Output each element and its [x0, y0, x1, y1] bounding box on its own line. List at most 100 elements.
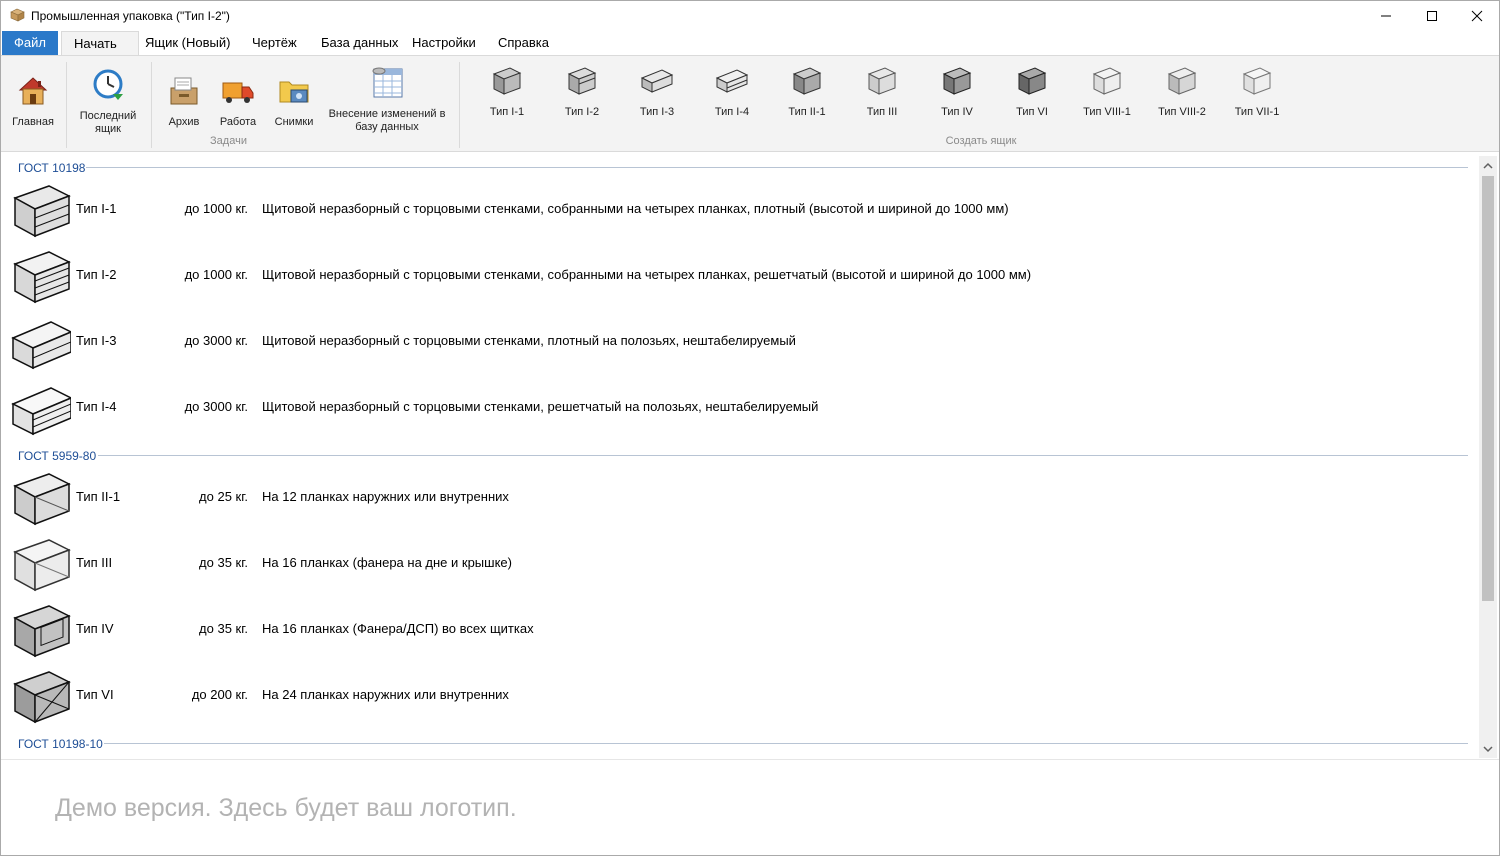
item-name: Тип I-4 — [76, 399, 117, 414]
title-bar: Промышленная упаковка ("Тип I-2") — [1, 1, 1499, 31]
type-label: Тип VII-1 — [1234, 106, 1280, 118]
archive-label: Архив — [168, 116, 200, 128]
photos-button[interactable]: Снимки — [271, 74, 317, 129]
list-item[interactable]: Тип VI до 200 кг. На 24 планках наружних… — [6, 665, 1466, 727]
crate-icon — [1167, 67, 1197, 95]
work-button[interactable]: Работа — [215, 74, 261, 129]
database-grid-icon — [372, 67, 403, 98]
close-icon — [1471, 10, 1483, 22]
db-change-button[interactable]: Внесение изменений в базу данных — [327, 66, 447, 134]
create-type-i-3-button[interactable]: Тип I-3 — [622, 64, 692, 118]
tab-file[interactable]: Файл — [2, 31, 58, 55]
item-name: Тип I-1 — [76, 201, 117, 216]
scroll-down-button[interactable] — [1479, 740, 1497, 758]
crate-icon — [13, 671, 71, 724]
item-name: Тип IV — [76, 621, 114, 636]
crate-icon — [1017, 67, 1047, 95]
maximize-icon — [1427, 11, 1437, 21]
tab-settings[interactable]: Настройки — [400, 31, 488, 55]
last-box-label: Последний ящик — [79, 110, 137, 135]
crate-icon — [13, 251, 71, 304]
group-header-gost-10198-10: ГОСТ 10198-10 — [18, 737, 103, 751]
type-label: Тип VIII-1 — [1083, 106, 1131, 118]
group-divider — [98, 455, 1468, 456]
create-type-i-1-button[interactable]: Тип I-1 — [472, 64, 542, 118]
item-load: до 200 кг. — [191, 687, 248, 702]
create-type-viii-2-button[interactable]: Тип VIII-2 — [1147, 64, 1217, 118]
list-item[interactable]: Тип I-2 до 1000 кг. Щитовой неразборный … — [6, 245, 1466, 307]
group-divider — [86, 167, 1468, 168]
list-item[interactable]: Тип I-4 до 3000 кг. Щитовой неразборный … — [6, 377, 1466, 439]
minimize-button[interactable] — [1363, 1, 1409, 31]
type-label: Тип I-1 — [489, 106, 525, 118]
home-label: Главная — [12, 116, 54, 128]
list-item[interactable]: Тип III до 35 кг. На 16 планках (фанера … — [6, 533, 1466, 595]
type-label: Тип I-3 — [639, 106, 675, 118]
crate-icon — [1092, 67, 1122, 95]
item-description: На 16 планках (фанера на дне и крышке) — [262, 555, 512, 570]
type-label: Тип IV — [941, 106, 973, 118]
crate-icon — [792, 67, 822, 95]
create-type-iii-button[interactable]: Тип III — [847, 64, 917, 118]
tab-start[interactable]: Начать — [61, 31, 139, 55]
list-item[interactable]: Тип II-1 до 25 кг. На 12 планках наружни… — [6, 467, 1466, 529]
item-name: Тип III — [76, 555, 113, 570]
logo-area: Демо версия. Здесь будет ваш логотип. — [1, 759, 1499, 855]
item-description: Щитовой неразборный с торцовыми стенками… — [262, 333, 796, 348]
item-name: Тип VI — [76, 687, 114, 702]
create-type-viii-1-button[interactable]: Тип VIII-1 — [1072, 64, 1142, 118]
tab-box-new[interactable]: Ящик (Новый) — [133, 31, 242, 55]
ribbon-panel: Главная Последний ящик Архив Работа Сним… — [1, 55, 1499, 152]
clock-icon — [93, 69, 123, 100]
truck-icon — [222, 82, 254, 103]
list-item[interactable]: Тип IV до 35 кг. На 16 планках (Фанера/Д… — [6, 599, 1466, 661]
scroll-up-button[interactable] — [1479, 156, 1497, 174]
type-label: Тип III — [866, 106, 898, 118]
create-type-i-2-button[interactable]: Тип I-2 — [547, 64, 617, 118]
create-type-ii-1-button[interactable]: Тип II-1 — [772, 64, 842, 118]
box-type-list: ГОСТ 10198 Тип I-1 до 1000 кг. Щитовой н… — [6, 153, 1478, 758]
group-header-gost-10198: ГОСТ 10198 — [18, 161, 86, 175]
archive-icon — [170, 77, 198, 105]
create-type-vii-1-button[interactable]: Тип VII-1 — [1222, 64, 1292, 118]
group-header-gost-5959-80: ГОСТ 5959-80 — [18, 449, 97, 463]
item-load: до 1000 кг. — [184, 267, 248, 282]
crate-icon — [13, 473, 71, 526]
tab-database[interactable]: База данных — [309, 31, 410, 55]
scroll-thumb[interactable] — [1482, 176, 1494, 601]
create-type-i-4-button[interactable]: Тип I-4 — [697, 64, 767, 118]
crate-icon — [640, 69, 674, 93]
type-label: Тип VI — [1016, 106, 1048, 118]
last-box-button[interactable]: Последний ящик — [73, 68, 143, 136]
close-button[interactable] — [1454, 1, 1500, 31]
type-label: Тип I-4 — [714, 106, 750, 118]
item-description: На 12 планках наружних или внутренних — [262, 489, 509, 504]
item-load: до 3000 кг. — [184, 399, 248, 414]
list-item[interactable]: Тип I-3 до 3000 кг. Щитовой неразборный … — [6, 311, 1466, 373]
create-type-iv-button[interactable]: Тип IV — [922, 64, 992, 118]
archive-button[interactable]: Архив — [161, 74, 207, 129]
maximize-button[interactable] — [1409, 1, 1455, 31]
item-description: Щитовой неразборный с торцовыми стенками… — [262, 399, 819, 414]
tasks-group-label: Задачи — [210, 135, 247, 147]
item-name: Тип I-2 — [76, 267, 117, 282]
ribbon-separator — [151, 62, 152, 148]
type-label: Тип VIII-2 — [1158, 106, 1206, 118]
create-group-label: Создать ящик — [945, 135, 1017, 147]
home-button[interactable]: Главная — [7, 74, 59, 129]
item-load: до 25 кг. — [199, 489, 248, 504]
crate-icon — [13, 185, 71, 238]
item-name: Тип I-3 — [76, 333, 117, 348]
create-type-vi-button[interactable]: Тип VI — [997, 64, 1067, 118]
tab-drawing[interactable]: Чертёж — [240, 31, 309, 55]
type-label: Тип II-1 — [788, 106, 826, 118]
package-icon — [10, 8, 25, 22]
ribbon-tabs: Файл Начать Ящик (Новый) Чертёж База дан… — [1, 31, 1499, 55]
db-change-label: Внесение изменений в базу данных — [328, 108, 446, 133]
vertical-scrollbar[interactable] — [1479, 156, 1497, 758]
ribbon-separator — [66, 62, 67, 148]
tab-help[interactable]: Справка — [486, 31, 561, 55]
crate-icon — [492, 67, 522, 95]
list-item[interactable]: Тип I-1 до 1000 кг. Щитовой неразборный … — [6, 179, 1466, 241]
item-description: На 24 планках наружних или внутренних — [262, 687, 509, 702]
